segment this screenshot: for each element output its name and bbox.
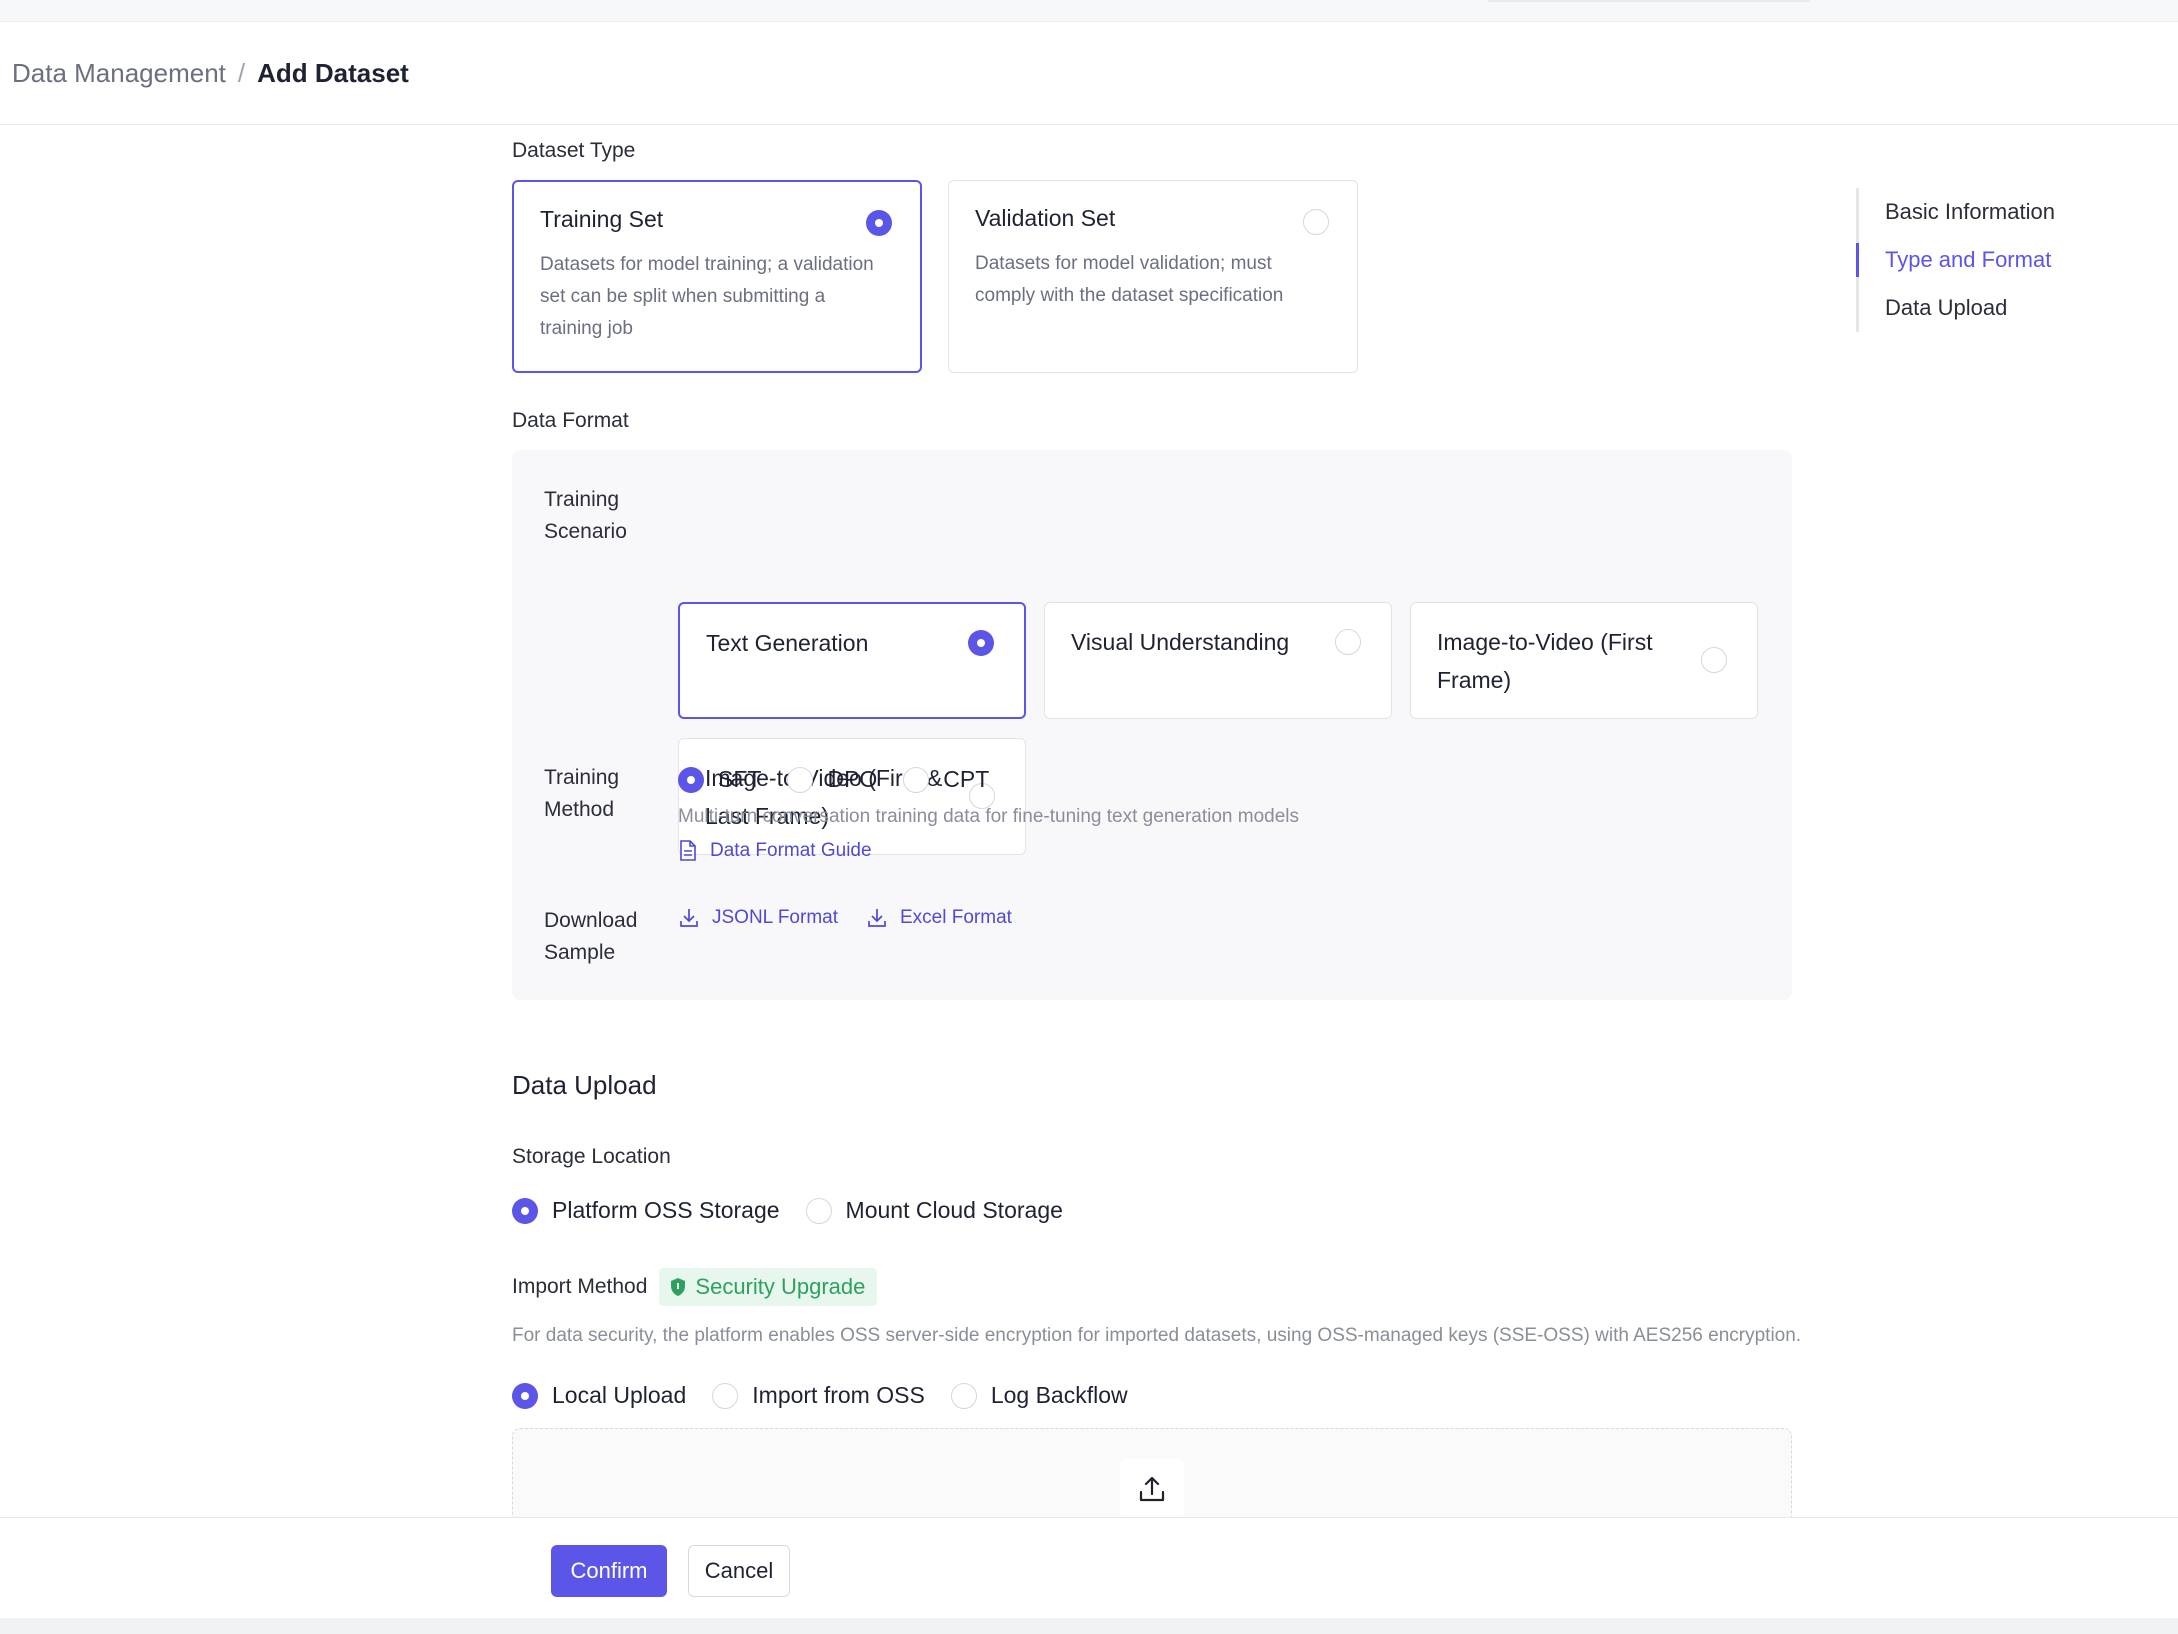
top-strip	[0, 0, 2178, 22]
upload-dropzone[interactable]	[512, 1428, 1792, 1519]
import-option-label: Local Upload	[552, 1382, 687, 1408]
download-excel-link[interactable]: Excel Format	[866, 907, 1012, 929]
method-option-sft[interactable]: SFT	[678, 766, 761, 793]
download-sample-links: JSONL Format Excel Format	[678, 907, 1012, 929]
training-method-hint: Multi-turn conversation training data fo…	[678, 806, 1300, 827]
storage-option-label: Mount Cloud Storage	[845, 1197, 1063, 1223]
encryption-hint: For data security, the platform enables …	[512, 1325, 1802, 1346]
card-title: Validation Set	[975, 205, 1116, 231]
top-strip-tab-indicator	[1488, 0, 1810, 2]
radio-unchecked-icon[interactable]	[787, 766, 814, 793]
storage-location-radio-group: Platform OSS Storage Mount Cloud Storage	[512, 1197, 1089, 1224]
import-option-log-backflow[interactable]: Log Backflow	[950, 1382, 1128, 1409]
card-title: Training Set	[540, 206, 664, 232]
download-link-label: Excel Format	[900, 907, 1012, 928]
scenario-title: Image-to-Video (First Frame)	[1437, 629, 1653, 693]
dataset-type-card-training[interactable]: Training Set Datasets for model training…	[512, 180, 922, 373]
scenario-card-i2v-first-frame[interactable]: Image-to-Video (First Frame)	[1410, 602, 1758, 719]
import-option-label: Log Backflow	[990, 1382, 1128, 1408]
anchor-basic-information[interactable]: Basic Information	[1885, 188, 2055, 236]
radio-unchecked-icon[interactable]	[1303, 209, 1329, 235]
cancel-button[interactable]: Cancel	[688, 1545, 790, 1597]
anchor-nav: Basic Information Type and Format Data U…	[1856, 188, 2055, 332]
download-link-label: JSONL Format	[712, 907, 838, 928]
anchor-data-upload[interactable]: Data Upload	[1885, 284, 2055, 332]
storage-option-label: Platform OSS Storage	[552, 1197, 780, 1223]
confirm-button[interactable]: Confirm	[551, 1545, 667, 1597]
scenario-title: Visual Understanding	[1071, 629, 1290, 655]
method-label: SFT	[718, 766, 762, 792]
security-badge-label: Security Upgrade	[695, 1274, 866, 1299]
download-jsonl-link[interactable]: JSONL Format	[678, 907, 838, 929]
upload-icon[interactable]	[1120, 1459, 1184, 1519]
data-format-label: Data Format	[512, 409, 629, 432]
breadcrumb-parent-link[interactable]: Data Management	[12, 58, 226, 89]
dataset-type-card-validation[interactable]: Validation Set Datasets for model valida…	[948, 180, 1358, 373]
scenario-title: Text Generation	[706, 630, 869, 656]
radio-unchecked-icon[interactable]	[950, 1382, 977, 1409]
data-format-panel: Training Scenario Text Generation Visual…	[512, 450, 1792, 1000]
import-option-label: Import from OSS	[752, 1382, 925, 1408]
anchor-type-and-format[interactable]: Type and Format	[1856, 236, 2055, 284]
card-description: Datasets for model validation; must comp…	[975, 253, 1284, 306]
radio-unchecked-icon[interactable]	[1701, 647, 1727, 673]
storage-location-label: Storage Location	[512, 1145, 671, 1168]
storage-option-mount-cloud[interactable]: Mount Cloud Storage	[805, 1197, 1063, 1224]
import-option-local-upload[interactable]: Local Upload	[512, 1382, 686, 1409]
download-icon	[680, 909, 698, 927]
import-method-radio-group: Local Upload Import from OSS Log Backflo…	[512, 1382, 1154, 1409]
radio-unchecked-icon[interactable]	[712, 1382, 739, 1409]
download-icon	[868, 909, 886, 927]
radio-unchecked-icon[interactable]	[903, 766, 930, 793]
scenario-card-i2v-first-last-frame[interactable]: Image-to-Video (First & Last Frame)	[678, 738, 1026, 855]
download-sample-label: Download Sample	[544, 909, 638, 964]
shield-icon	[671, 1278, 686, 1296]
document-icon	[680, 840, 696, 861]
method-label: DPO	[827, 766, 878, 792]
method-option-dpo[interactable]: DPO	[787, 766, 877, 793]
dataset-type-label: Dataset Type	[512, 139, 636, 162]
footer-bar: Confirm Cancel	[0, 1517, 2178, 1618]
radio-unchecked-icon[interactable]	[805, 1197, 832, 1224]
import-method-header: Import Method Security Upgrade	[512, 1268, 878, 1306]
dataset-type-options: Training Set Datasets for model training…	[512, 180, 1358, 373]
page-header: Data Management / Add Dataset	[0, 22, 2178, 125]
import-method-label: Import Method	[512, 1275, 648, 1298]
method-label: CPT	[943, 766, 990, 792]
training-method-label: Training Method	[544, 766, 620, 821]
storage-option-platform-oss[interactable]: Platform OSS Storage	[512, 1197, 780, 1224]
card-description: Datasets for model training; a validatio…	[540, 254, 874, 339]
scenario-card-visual-understanding[interactable]: Visual Understanding	[1044, 602, 1392, 719]
breadcrumb: Data Management / Add Dataset	[12, 58, 409, 89]
method-option-cpt[interactable]: CPT	[903, 766, 989, 793]
radio-checked-icon[interactable]	[678, 766, 704, 793]
radio-checked-icon[interactable]	[866, 210, 892, 236]
scenario-card-text-generation[interactable]: Text Generation	[678, 602, 1026, 719]
radio-unchecked-icon[interactable]	[1335, 629, 1361, 655]
radio-checked-icon[interactable]	[512, 1382, 538, 1409]
breadcrumb-current: Add Dataset	[257, 58, 409, 88]
guide-link-label: Data Format Guide	[710, 840, 872, 861]
training-scenario-label: Training Scenario	[544, 488, 627, 543]
data-upload-title: Data Upload	[512, 1070, 657, 1100]
radio-checked-icon[interactable]	[512, 1197, 538, 1224]
bottom-strip	[0, 1618, 2178, 1634]
radio-checked-icon[interactable]	[968, 630, 994, 656]
breadcrumb-separator: /	[237, 58, 246, 88]
import-option-from-oss[interactable]: Import from OSS	[712, 1382, 925, 1409]
data-format-guide-link[interactable]: Data Format Guide	[678, 840, 872, 862]
security-upgrade-badge: Security Upgrade	[659, 1268, 878, 1306]
training-method-radio-group: SFT DPO CPT	[678, 766, 1001, 793]
